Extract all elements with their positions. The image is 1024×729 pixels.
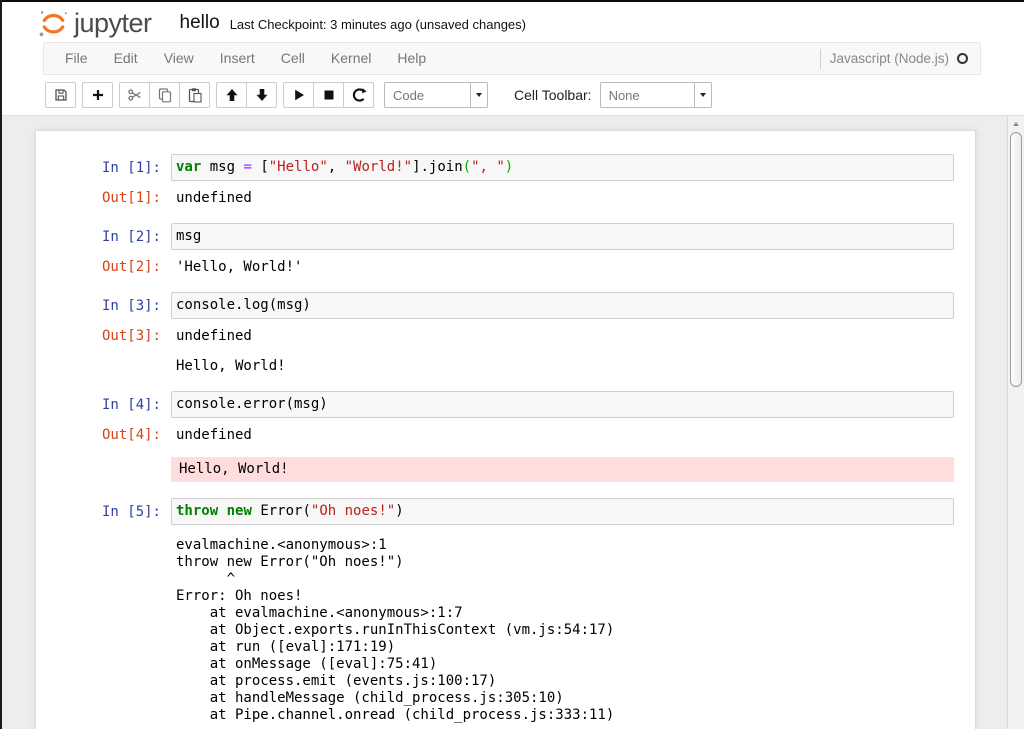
output-stderr: Hello, World! <box>171 457 954 482</box>
window-left-edge <box>0 0 2 729</box>
cell-type-select[interactable]: Code <box>384 82 488 108</box>
scissors-icon <box>127 87 143 103</box>
code-input[interactable]: console.log(msg) <box>171 292 954 319</box>
toolbar-buttons <box>45 82 380 108</box>
restart-kernel-button[interactable] <box>343 82 374 108</box>
play-icon <box>291 87 307 103</box>
move-cell-up-button[interactable] <box>216 82 247 108</box>
notebook-header: jupyter hello Last Checkpoint: 3 minutes… <box>0 0 1024 42</box>
jupyter-moons-icon <box>38 8 69 39</box>
run-cell-button[interactable] <box>283 82 314 108</box>
output-result: undefined <box>171 328 954 345</box>
scroll-up-button[interactable] <box>1008 116 1024 131</box>
toolbar-button-group <box>216 82 277 108</box>
paste-cell-button[interactable] <box>179 82 210 108</box>
toolbar-button-group <box>283 82 374 108</box>
checkpoint-status: Last Checkpoint: 3 minutes ago (unsaved … <box>230 14 526 32</box>
interrupt-kernel-button[interactable] <box>313 82 344 108</box>
menu-cell[interactable]: Cell <box>268 43 318 74</box>
copy-icon <box>157 87 173 103</box>
toolbar-button-group <box>82 82 113 108</box>
jupyter-logo[interactable]: jupyter <box>38 8 152 39</box>
kernel-idle-circle-icon <box>957 53 968 64</box>
code-cell[interactable]: In [1]:var msg = ["Hello", "World!"].joi… <box>36 146 975 215</box>
save-button[interactable] <box>45 82 76 108</box>
arrow-down-icon <box>254 87 270 103</box>
menu-help[interactable]: Help <box>384 43 439 74</box>
code-cell[interactable]: In [2]:msgOut[2]:'Hello, World!' <box>36 215 975 284</box>
input-prompt: In [3]: <box>36 292 171 315</box>
code-cell[interactable]: In [3]:console.log(msg)Out[3]:undefined H… <box>36 284 975 383</box>
menubar-wrap: FileEditViewInsertCellKernelHelp Javascr… <box>0 42 1024 75</box>
menu-view[interactable]: View <box>151 43 207 74</box>
cell-toolbar-label: Cell Toolbar: <box>514 87 592 103</box>
menu-file[interactable]: File <box>52 43 101 74</box>
scrollbar-thumb[interactable] <box>1010 132 1022 387</box>
output-prompt: Out[1]: <box>36 190 171 207</box>
output-stdout: Hello, World! <box>171 358 954 375</box>
kernel-separator <box>820 49 821 69</box>
notebook-container: In [1]:var msg = ["Hello", "World!"].joi… <box>35 130 976 729</box>
copy-cell-button[interactable] <box>149 82 180 108</box>
menu-items: FileEditViewInsertCellKernelHelp <box>52 43 439 74</box>
menubar: FileEditViewInsertCellKernelHelp Javascr… <box>43 42 981 75</box>
kernel-name-label: Javascript (Node.js) <box>830 51 949 66</box>
cell-type-value: Code <box>385 83 470 107</box>
input-prompt: In [4]: <box>36 391 171 414</box>
toolbar-button-group <box>45 82 76 108</box>
output-error: evalmachine.<anonymous>:1 throw new Erro… <box>171 537 954 724</box>
window-top-edge <box>0 0 1024 2</box>
code-cell[interactable]: In [5]:throw new Error("Oh noes!") evalma… <box>36 490 975 729</box>
toolbar: Code Cell Toolbar: None <box>0 75 1024 116</box>
code-input[interactable]: throw new Error("Oh noes!") <box>171 498 954 525</box>
menu-insert[interactable]: Insert <box>207 43 268 74</box>
code-input[interactable]: console.error(msg) <box>171 391 954 418</box>
output-prompt: Out[2]: <box>36 259 171 276</box>
triangle-up-icon <box>1013 122 1019 126</box>
vertical-scrollbar[interactable] <box>1007 116 1024 729</box>
input-prompt: In [1]: <box>36 154 171 177</box>
notebook-title[interactable]: hello <box>180 12 220 34</box>
input-prompt: In [5]: <box>36 498 171 521</box>
input-prompt: In [2]: <box>36 223 171 246</box>
menu-kernel[interactable]: Kernel <box>318 43 384 74</box>
insert-cell-button[interactable] <box>82 82 113 108</box>
cell-toolbar-value: None <box>601 83 694 107</box>
stop-icon <box>321 87 337 103</box>
output-result: 'Hello, World!' <box>171 259 954 276</box>
output-prompt: Out[3]: <box>36 328 171 345</box>
output-result: undefined <box>171 190 954 207</box>
cut-cell-button[interactable] <box>119 82 150 108</box>
chevron-down-icon <box>470 83 487 107</box>
code-input[interactable]: var msg = ["Hello", "World!"].join(", ") <box>171 154 954 181</box>
refresh-icon <box>351 87 367 103</box>
cell-toolbar-select[interactable]: None <box>600 82 712 108</box>
move-cell-down-button[interactable] <box>246 82 277 108</box>
paste-icon <box>187 87 203 103</box>
toolbar-button-group <box>119 82 210 108</box>
kernel-indicator-area: Javascript (Node.js) <box>820 49 972 69</box>
jupyter-notebook-window: jupyter hello Last Checkpoint: 3 minutes… <box>0 0 1024 729</box>
code-input[interactable]: msg <box>171 223 954 250</box>
floppy-icon <box>53 87 69 103</box>
jupyter-logo-text: jupyter <box>74 10 152 37</box>
notebook-site: In [1]:var msg = ["Hello", "World!"].joi… <box>0 116 1024 729</box>
code-cell[interactable]: In [4]:console.error(msg)Out[4]:undefine… <box>36 383 975 490</box>
menu-edit[interactable]: Edit <box>101 43 151 74</box>
plus-icon <box>90 87 106 103</box>
output-result: undefined <box>171 427 954 444</box>
output-prompt: Out[4]: <box>36 427 171 444</box>
cell-list: In [1]:var msg = ["Hello", "World!"].joi… <box>36 146 975 729</box>
chevron-down-icon <box>694 83 711 107</box>
arrow-up-icon <box>224 87 240 103</box>
